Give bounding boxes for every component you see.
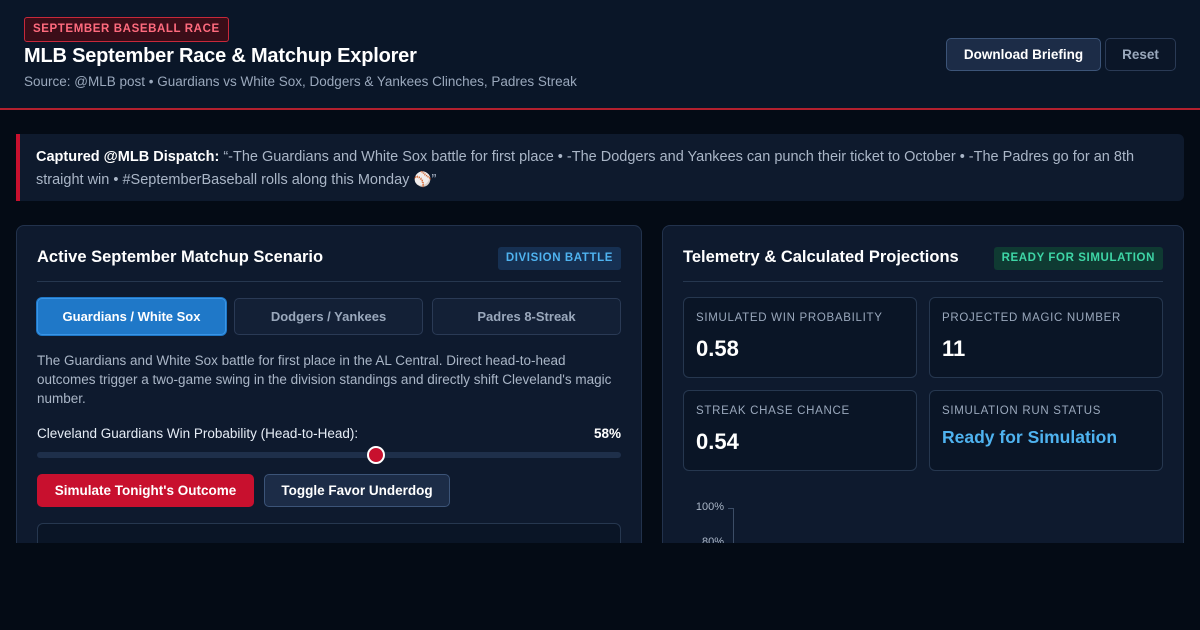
division-battle-tag: DIVISION BATTLE bbox=[497, 247, 621, 270]
metric-label: SIMULATION RUN STATUS bbox=[942, 405, 1102, 417]
dispatch-banner: Captured @MLB Dispatch: “-The Guardians … bbox=[16, 134, 1184, 201]
reset-button[interactable]: Reset bbox=[1105, 38, 1176, 71]
toggle-underdog-button[interactable]: Toggle Favor Underdog bbox=[264, 474, 450, 507]
race-badge: SEPTEMBER BASEBALL RACE bbox=[24, 17, 229, 42]
scenario-panel: Active September Matchup Scenario DIVISI… bbox=[16, 225, 642, 555]
ready-tag: READY FOR SIMULATION bbox=[993, 247, 1163, 270]
metric-run-status: SIMULATION RUN STATUS Ready for Simulati… bbox=[929, 390, 1163, 471]
metric-label: PROJECTED MAGIC NUMBER bbox=[942, 312, 1121, 324]
metric-value: 0.58 bbox=[696, 336, 739, 361]
run-status-value: Ready for Simulation bbox=[942, 427, 1118, 447]
tab-dodgers-yankees[interactable]: Dodgers / Yankees bbox=[234, 298, 423, 335]
scenario-title: Active September Matchup Scenario bbox=[37, 248, 324, 266]
metric-label: SIMULATED WIN PROBABILITY bbox=[696, 312, 883, 324]
dispatch-lead: Captured @MLB Dispatch: bbox=[36, 149, 220, 165]
metric-streak-chance: STREAK CHASE CHANCE 0.54 bbox=[683, 390, 917, 471]
metric-value: 0.54 bbox=[696, 429, 739, 454]
divider bbox=[683, 281, 1163, 282]
page-title: MLB September Race & Matchup Explorer bbox=[24, 45, 417, 67]
slider-label: Cleveland Guardians Win Probability (Hea… bbox=[37, 426, 359, 441]
metric-win-probability: SIMULATED WIN PROBABILITY 0.58 bbox=[683, 297, 917, 378]
telemetry-panel: Telemetry & Calculated Projections READY… bbox=[662, 225, 1184, 555]
divider bbox=[37, 281, 621, 282]
metric-label: STREAK CHASE CHANCE bbox=[696, 405, 850, 417]
source-line: Source: @MLB post • Guardians vs White S… bbox=[24, 74, 577, 89]
metric-magic-number: PROJECTED MAGIC NUMBER 11 bbox=[929, 297, 1163, 378]
metric-value: 11 bbox=[942, 336, 966, 361]
page-background bbox=[0, 543, 1200, 630]
app-header: SEPTEMBER BASEBALL RACE MLB September Ra… bbox=[0, 0, 1200, 110]
win-probability-slider[interactable] bbox=[37, 446, 621, 464]
tab-guardians-white-sox[interactable]: Guardians / White Sox bbox=[37, 298, 226, 335]
chart-tick-mark bbox=[728, 508, 734, 509]
tab-padres-streak[interactable]: Padres 8-Streak bbox=[432, 298, 621, 335]
slider-value: 58% bbox=[593, 426, 621, 441]
telemetry-title: Telemetry & Calculated Projections bbox=[683, 248, 959, 266]
scenario-description: The Guardians and White Sox battle for f… bbox=[37, 353, 612, 406]
simulate-outcome-button[interactable]: Simulate Tonight's Outcome bbox=[37, 474, 254, 507]
slider-thumb[interactable] bbox=[366, 446, 385, 464]
chart-tick-label: 100% bbox=[695, 501, 724, 513]
download-briefing-button[interactable]: Download Briefing bbox=[946, 38, 1101, 71]
